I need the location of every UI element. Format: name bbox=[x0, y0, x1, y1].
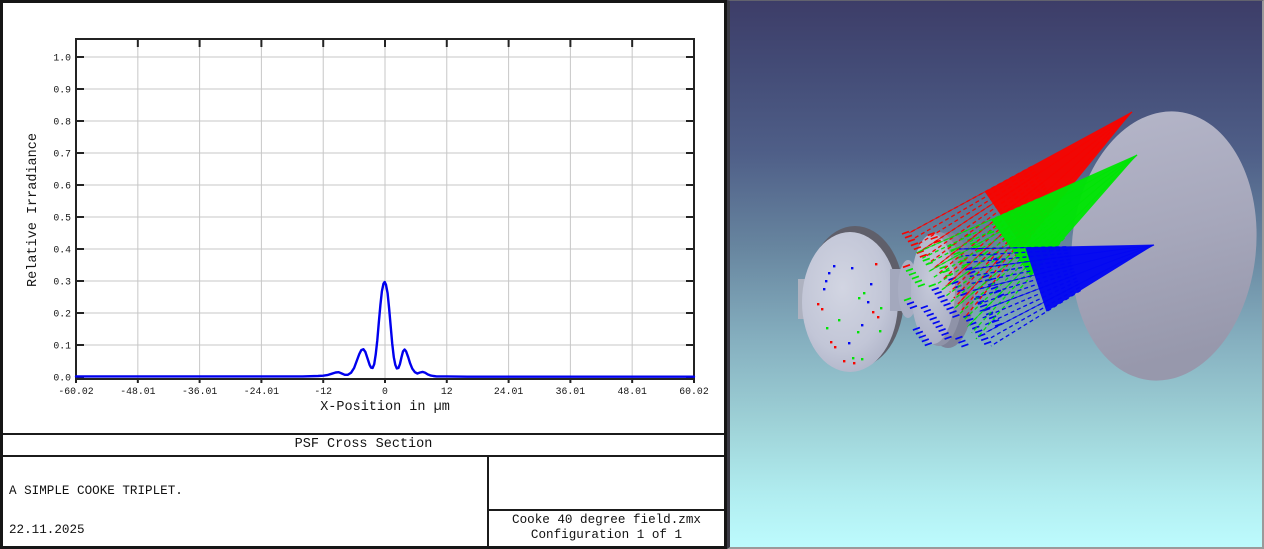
x-tick-label: 0 bbox=[382, 386, 388, 397]
x-axis-label: X-Position in µm bbox=[320, 400, 450, 415]
x-tick-label: 12 bbox=[441, 386, 453, 397]
ray-dash bbox=[907, 238, 916, 243]
y-tick-label: 0.2 bbox=[53, 309, 71, 320]
lens-ray-dot bbox=[825, 280, 828, 283]
lens-ray-dot bbox=[828, 272, 831, 275]
file-configuration-box: Cooke 40 degree field.zmx Configuration … bbox=[489, 513, 724, 542]
y-tick-label: 0.7 bbox=[53, 149, 71, 160]
lens-ray-dot bbox=[879, 330, 882, 333]
lens-ray-dot bbox=[870, 283, 873, 286]
x-tick-label: -60.02 bbox=[58, 386, 93, 397]
configuration-label: Configuration 1 of 1 bbox=[530, 527, 683, 542]
ray-dash bbox=[924, 342, 933, 347]
x-tick-label: 36.01 bbox=[556, 386, 586, 397]
y-tick-label: 0.1 bbox=[53, 341, 71, 352]
ray-dash bbox=[974, 329, 983, 334]
x-tick-label: -24.01 bbox=[244, 386, 279, 397]
y-tick-label: 0.9 bbox=[53, 85, 71, 96]
ray-dash bbox=[983, 340, 992, 345]
x-tick-label: -12 bbox=[314, 386, 332, 397]
y-tick-label: 0.5 bbox=[53, 213, 71, 224]
lens-ray-dot bbox=[872, 311, 875, 314]
y-tick-label: 0.8 bbox=[53, 117, 71, 128]
lens-ray-dot bbox=[851, 267, 854, 270]
lens-ray-dot bbox=[863, 292, 866, 295]
lens-ray-dot bbox=[867, 301, 870, 304]
lens-ray-dot bbox=[880, 307, 883, 310]
lens-ray-dot bbox=[848, 342, 851, 345]
shaded-model-view bbox=[798, 111, 1257, 381]
lens-ray-dot bbox=[852, 357, 855, 360]
x-tick-label: -48.01 bbox=[120, 386, 155, 397]
ray-dash bbox=[904, 234, 913, 239]
lens-ray-dot bbox=[877, 316, 880, 319]
ray-dash bbox=[910, 242, 919, 247]
lens-ray-dot bbox=[857, 331, 860, 334]
lens-ray-dot bbox=[843, 360, 846, 363]
y-tick-label: 0.0 bbox=[53, 373, 71, 384]
blue-field-fan-ray bbox=[990, 289, 1081, 347]
y-tick-label: 0.6 bbox=[53, 181, 71, 192]
lens-assembly bbox=[798, 226, 974, 372]
y-tick-label: 0.4 bbox=[53, 245, 71, 256]
ray-dash bbox=[980, 337, 989, 342]
psf-cross-section-window: -60.02 -48.01 -36.01 -24.01 -12 0 12 24.01 36.01… bbox=[0, 0, 728, 549]
x-tick-label: -36.01 bbox=[182, 386, 217, 397]
title-band-bottom-rule bbox=[3, 455, 724, 457]
lens-ray-dot bbox=[826, 327, 829, 330]
title-band-top-rule bbox=[3, 433, 724, 435]
plot-gridlines bbox=[76, 39, 694, 379]
x-tick-label: 60.02 bbox=[679, 386, 709, 397]
ray-dash bbox=[961, 343, 969, 348]
lens-ray-dot bbox=[853, 362, 856, 365]
lens-ray-dot bbox=[858, 297, 861, 300]
y-tick-label: 1.0 bbox=[53, 53, 71, 64]
x-tick-label: 24.01 bbox=[494, 386, 524, 397]
lens-ray-dot bbox=[875, 263, 878, 266]
lens-ray-dot bbox=[834, 346, 837, 349]
y-axis-label: Relative Irradiance bbox=[26, 133, 41, 287]
ray-dash bbox=[979, 303, 988, 308]
lens-ray-dot bbox=[833, 265, 836, 268]
lens-ray-dot bbox=[823, 288, 826, 291]
lens-info-block: A SIMPLE COOKE TRIPLET. 22.11.2025 Field… bbox=[9, 460, 213, 549]
zemax-workspace: -60.02 -48.01 -36.01 -24.01 -12 0 12 24.01 36.01… bbox=[0, 0, 1264, 549]
lens-ray-dot bbox=[838, 319, 841, 322]
lens-ray-dot bbox=[817, 303, 820, 306]
ray-dash bbox=[901, 230, 910, 235]
lens-filename: Cooke 40 degree field.zmx bbox=[512, 513, 701, 527]
lens-ray-dot bbox=[861, 358, 864, 361]
lens-ray-dot bbox=[861, 324, 864, 327]
front-lens-element bbox=[802, 232, 898, 372]
analysis-title: PSF Cross Section bbox=[294, 437, 433, 452]
x-tick-label: 48.01 bbox=[617, 386, 647, 397]
shaded-model-window bbox=[727, 0, 1264, 549]
y-tick-label: 0.3 bbox=[53, 277, 71, 288]
file-box-top-rule bbox=[487, 509, 724, 511]
lens-ray-dot bbox=[821, 308, 824, 311]
date-line: 22.11.2025 bbox=[9, 522, 85, 537]
lens-ray-dot bbox=[830, 341, 833, 344]
lens-title-line: A SIMPLE COOKE TRIPLET. bbox=[9, 484, 183, 499]
